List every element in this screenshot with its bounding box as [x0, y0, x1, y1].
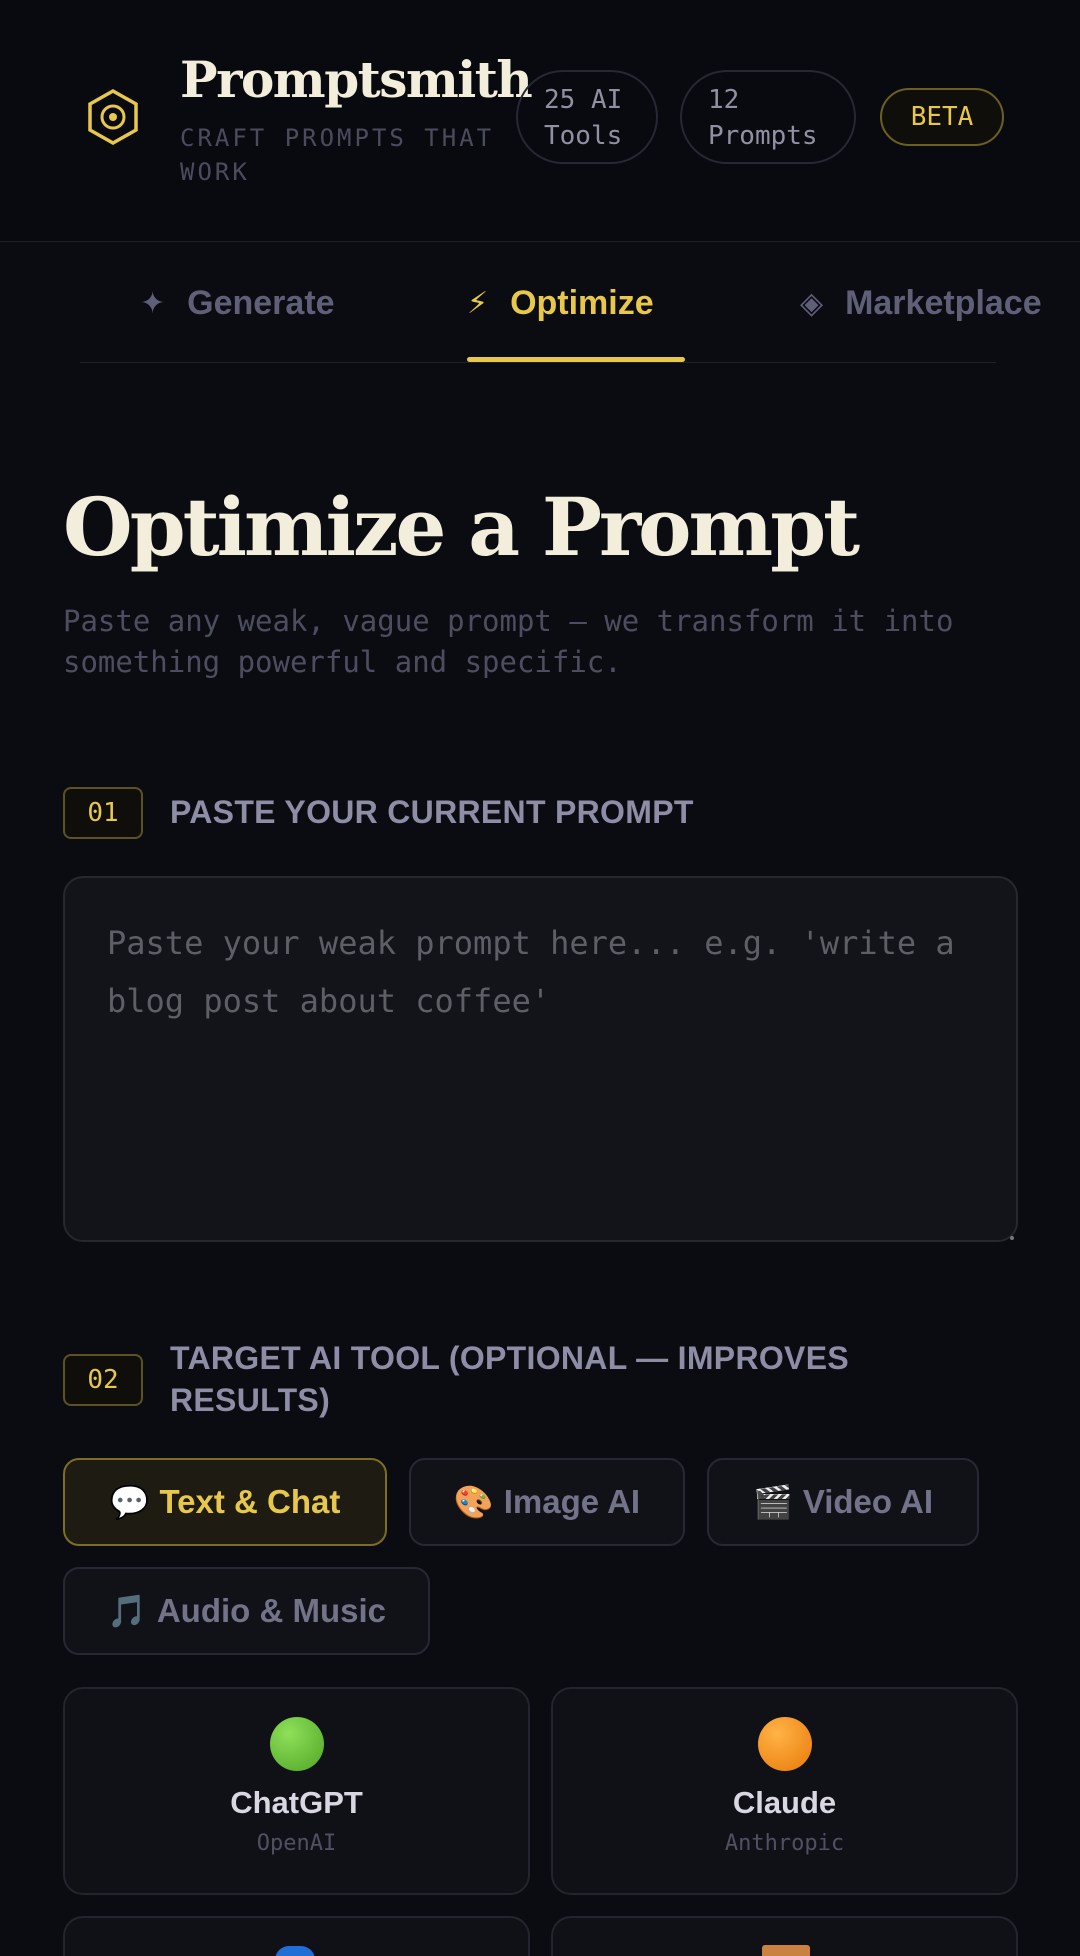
lightning-icon: ⚡	[467, 286, 489, 320]
tab-marketplace[interactable]: ◈ Marketplace	[800, 280, 1042, 326]
brand-tagline: CRAFT PROMPTS THAT WORK	[180, 124, 495, 186]
category-image-ai-button[interactable]: 🎨 Image AI	[409, 1458, 685, 1546]
tools-count-pill: 25 AI Tools	[516, 70, 658, 164]
speech-bubble-icon: 💬	[109, 1484, 150, 1520]
category-video-ai-button[interactable]: 🎬 Video AI	[707, 1458, 979, 1546]
active-tab-indicator	[467, 357, 685, 362]
tab-label: Marketplace	[845, 283, 1042, 322]
diamond-icon: ◈	[800, 286, 824, 320]
clapperboard-icon: 🎬	[752, 1484, 793, 1520]
step-label: PASTE YOUR CURRENT PROMPT	[170, 794, 694, 830]
category-label: Audio & Music	[156, 1592, 386, 1629]
step-number: 01	[63, 787, 143, 839]
page-subtitle: Paste any weak, vague prompt — we transf…	[63, 604, 954, 679]
app-header: Promptsmith CRAFT PROMPTS THAT WORK 25 A…	[0, 0, 1080, 242]
tab-label: Generate	[187, 283, 335, 322]
tool-name: Claude	[732, 1785, 837, 1820]
beta-badge: BETA	[880, 88, 1004, 146]
category-label: Video AI	[802, 1483, 934, 1520]
prompts-count-pill: 12 Prompts	[680, 70, 856, 164]
green-circle-icon	[269, 1717, 324, 1771]
palette-icon: 🎨	[453, 1484, 494, 1520]
tool-card-claude[interactable]: Claude Anthropic	[551, 1687, 1018, 1895]
tab-generate[interactable]: ✦ Generate	[140, 280, 335, 326]
tab-optimize[interactable]: ⚡ Optimize	[467, 280, 654, 326]
tool-org: Anthropic	[724, 1831, 845, 1856]
step-label: TARGET AI TOOL (OPTIONAL — IMPROVES RESU…	[170, 1340, 849, 1418]
category-text-chat-button[interactable]: 💬 Text & Chat	[63, 1458, 387, 1546]
orange-circle-icon	[757, 1717, 812, 1771]
tool-card-chatgpt[interactable]: ChatGPT OpenAI	[63, 1687, 530, 1895]
grid-icon	[762, 1945, 810, 1956]
hexagon-target-icon[interactable]	[84, 88, 142, 146]
prompt-input[interactable]	[63, 876, 1018, 1242]
tool-name: ChatGPT	[230, 1785, 363, 1820]
brand-name: Promptsmith	[180, 50, 533, 109]
music-note-icon: 🎵	[106, 1593, 147, 1629]
sparkle-icon: ✦	[140, 286, 166, 320]
tab-label: Optimize	[510, 283, 654, 322]
category-label: Image AI	[503, 1483, 641, 1520]
tool-org: OpenAI	[256, 1831, 337, 1856]
category-label: Text & Chat	[159, 1483, 341, 1520]
step-number: 02	[63, 1354, 143, 1406]
tabs-divider	[80, 362, 996, 363]
category-audio-music-button[interactable]: 🎵 Audio & Music	[63, 1567, 430, 1655]
page-title: Optimize a Prompt	[63, 480, 860, 574]
resize-handle[interactable]	[1010, 1236, 1014, 1240]
